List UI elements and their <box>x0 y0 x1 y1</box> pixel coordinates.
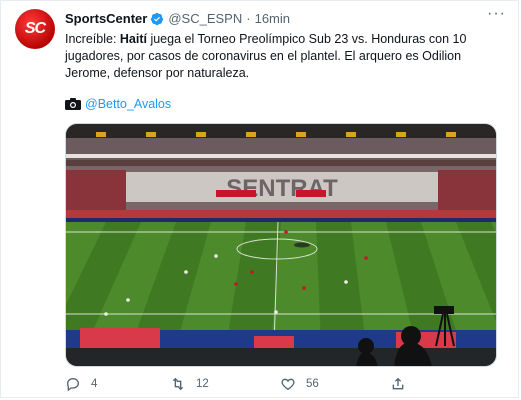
svg-text:SENTRAT: SENTRAT <box>226 175 338 202</box>
tweet-text-start: Increíble: <box>65 32 120 46</box>
reply-icon <box>66 377 80 392</box>
verified-badge-icon <box>150 12 164 26</box>
author-name[interactable]: SportsCenter <box>65 11 147 26</box>
photo-credit: @Betto_Avalos <box>65 97 171 111</box>
share-button[interactable] <box>390 376 416 392</box>
separator-dot: · <box>246 11 251 26</box>
avatar[interactable]: SC <box>15 9 55 49</box>
action-bar: 4 12 56 <box>65 376 465 392</box>
like-icon <box>281 378 295 391</box>
tweet-text-bold: Haití <box>119 32 147 46</box>
camera-icon <box>65 98 81 110</box>
retweet-count: 12 <box>196 378 209 390</box>
tweet-header: SportsCenter @SC_ESPN · 16min <box>65 11 290 26</box>
stadium-photo[interactable]: SENTRAT <box>65 123 497 367</box>
reply-button[interactable]: 4 <box>65 376 170 392</box>
more-icon[interactable]: ··· <box>487 5 506 23</box>
tweet-card[interactable]: SC SportsCenter @SC_ESPN · 16min ··· Inc… <box>0 0 519 398</box>
stadium-illustration: SENTRAT <box>66 124 496 366</box>
tweet-timestamp[interactable]: 16min <box>255 11 290 26</box>
like-count: 56 <box>306 378 319 390</box>
like-button[interactable]: 56 <box>280 376 390 392</box>
retweet-button[interactable]: 12 <box>170 376 280 392</box>
avatar-logo-text: SC <box>24 20 46 37</box>
share-icon <box>392 377 404 390</box>
credit-link[interactable]: @Betto_Avalos <box>85 97 171 111</box>
reply-count: 4 <box>91 378 98 390</box>
retweet-icon <box>172 377 184 391</box>
author-handle[interactable]: @SC_ESPN <box>168 11 242 26</box>
tweet-text: Increíble: Haití juega el Torneo Preolím… <box>65 31 505 82</box>
